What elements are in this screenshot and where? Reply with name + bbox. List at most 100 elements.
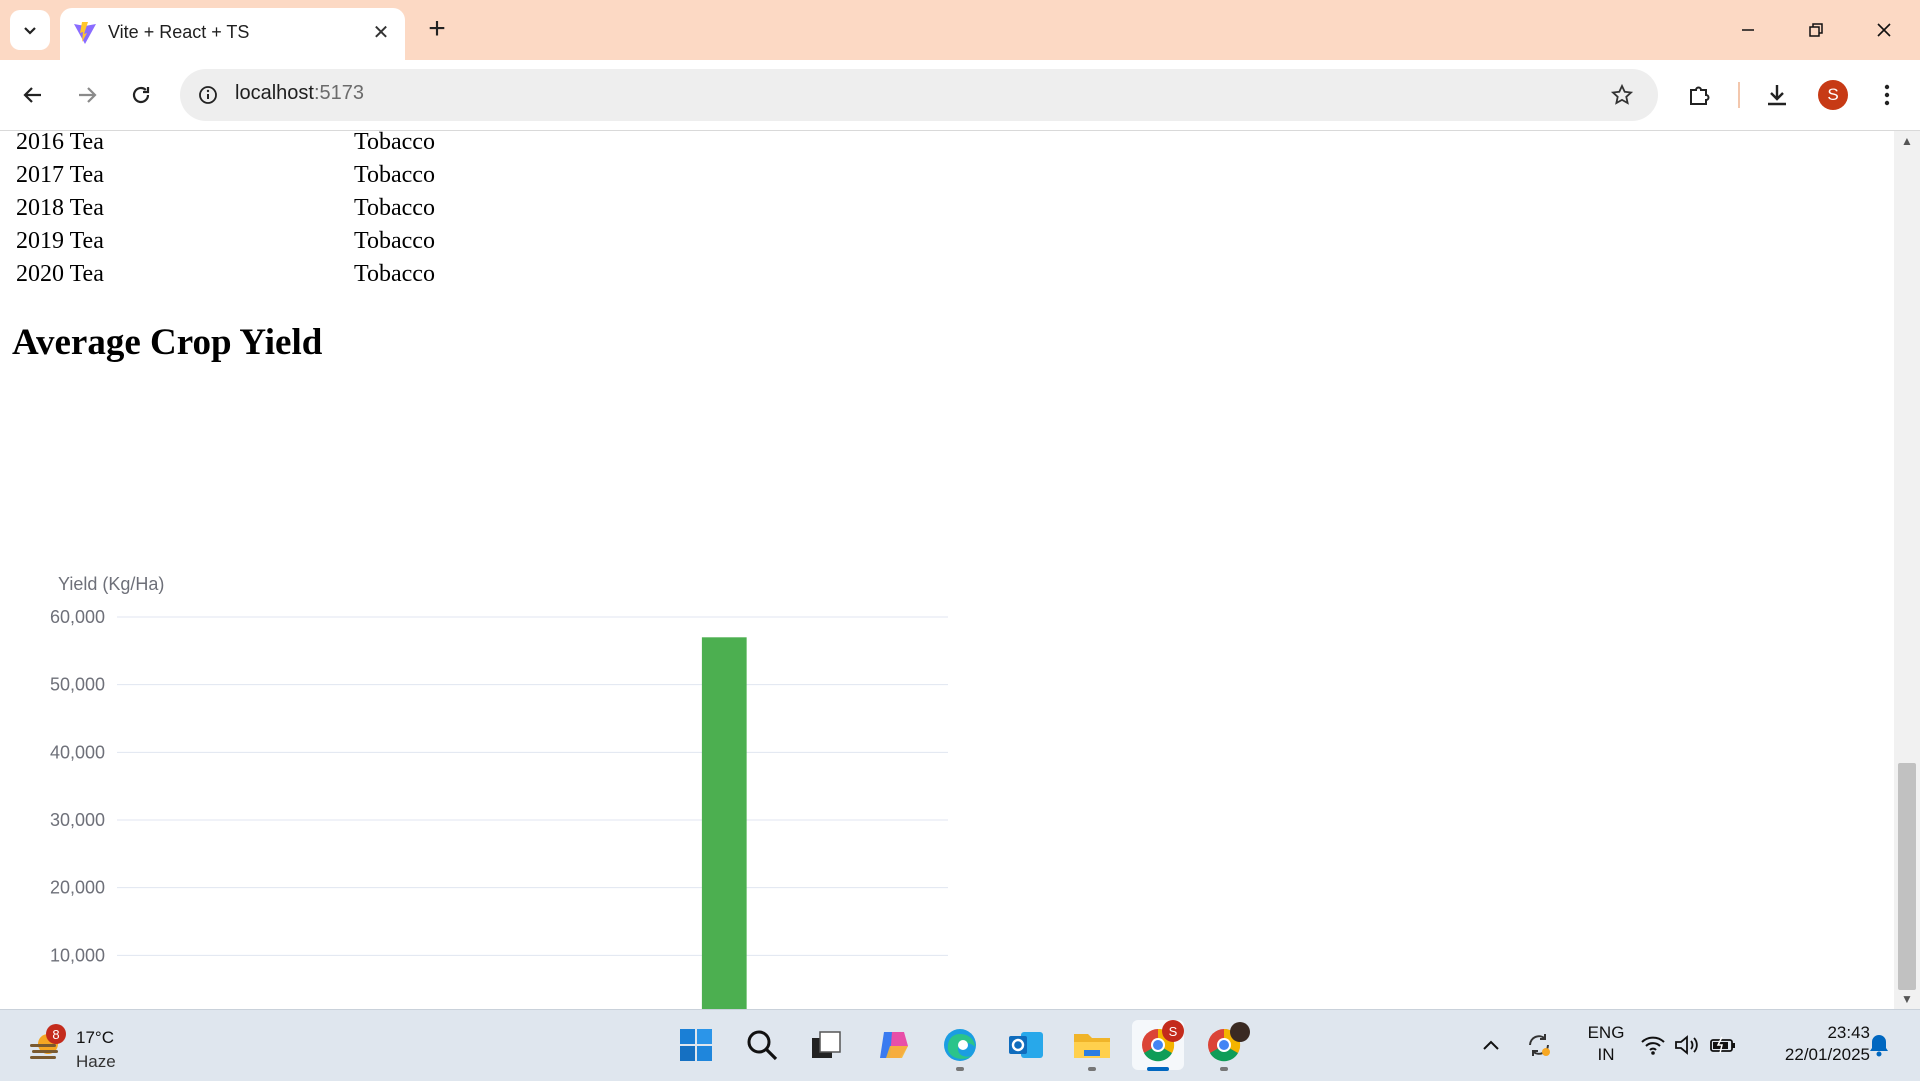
speaker-icon [1675,1035,1698,1055]
show-hidden-icons-button[interactable] [1476,1010,1506,1080]
more-vertical-icon [1884,84,1890,106]
menu-button[interactable] [1868,76,1906,114]
scroll-thumb[interactable] [1898,763,1916,990]
y-tick-label: 30,000 [50,810,105,830]
minimize-button[interactable] [1720,10,1776,50]
page-scrollbar[interactable]: ▲ ▼ [1894,131,1920,1009]
sync-tray-button[interactable] [1522,1010,1556,1080]
outlook-icon [1009,1032,1043,1058]
table-row: 2018 Tea Tobacco [16,195,435,222]
system-clock[interactable]: 23:43 22/01/2025 [1756,1022,1870,1066]
new-tab-button[interactable]: + [420,14,454,48]
windows-taskbar: 8 17°C Haze S ENG IN 23:43 22/01/2025 [0,1009,1920,1081]
row-second-crop: Tobacco [354,195,435,221]
active-tab[interactable]: Vite + React + TS ✕ [60,8,405,60]
restore-icon [1809,23,1823,37]
table-row: 2019 Tea Tobacco [16,228,435,255]
profile-photo-avatar [1230,1022,1250,1042]
table-row: 2020 Tea Tobacco [16,261,435,288]
row-second-crop: Tobacco [354,228,435,254]
reload-button[interactable] [122,76,160,114]
battery-charging-icon [1710,1036,1735,1054]
bar [701,637,747,1009]
weather-widget[interactable]: 8 17°C Haze [24,1018,144,1074]
close-icon [1877,23,1891,37]
tab-search-button[interactable] [10,10,50,50]
row-year-crop: 2016 Tea [16,131,104,155]
address-bar[interactable]: localhost:5173 [180,69,1658,121]
running-indicator [956,1067,964,1071]
arrow-left-icon [23,87,41,103]
scroll-down-icon[interactable]: ▼ [1894,989,1920,1009]
puzzle-icon [1690,86,1710,105]
task-view-icon [812,1031,841,1058]
download-icon [1768,85,1786,106]
vite-logo-icon [74,22,96,44]
tab-strip: Vite + React + TS ✕ + [0,0,1920,60]
search-icon [747,1030,778,1061]
chrome-button-second[interactable] [1198,1020,1250,1071]
volume-tray-button[interactable] [1670,1010,1704,1080]
downloads-button[interactable] [1758,76,1796,114]
restore-button[interactable] [1788,10,1844,50]
toolbar-divider [1738,82,1740,108]
table-row: 2016 Tea Tobacco [16,131,435,156]
site-info-icon[interactable] [194,81,222,109]
bookmark-star-icon[interactable] [1608,81,1636,109]
close-window-button[interactable] [1856,10,1912,50]
windows-logo-icon [680,1029,712,1061]
edge-icon [944,1029,976,1061]
sync-icon [1529,1034,1550,1056]
running-indicator [1088,1067,1096,1071]
copilot-button[interactable] [868,1020,920,1070]
outlook-button[interactable] [1000,1020,1052,1070]
browser-toolbar: localhost:5173 S [0,60,1920,131]
yield-bar-chart: Yield (Kg/Ha) 60,000 50,000 40,000 30,000 20,… [50,574,948,1009]
search-button[interactable] [736,1020,788,1070]
arrow-right-icon [79,87,97,103]
scroll-up-icon[interactable]: ▲ [1894,131,1920,151]
weather-temp: 17°C [76,1028,114,1047]
row-year-crop: 2020 Tea [16,261,104,287]
y-axis-label: Yield (Kg/Ha) [58,574,164,594]
chevron-up-icon [1483,1040,1499,1050]
chevron-down-icon [24,27,36,35]
url-text[interactable]: localhost:5173 [235,82,364,105]
back-button[interactable] [14,76,52,114]
folder-icon [1074,1034,1110,1058]
wifi-tray-button[interactable] [1636,1010,1670,1080]
y-tick-label: 50,000 [50,675,105,695]
weather-badge: 8 [46,1024,66,1044]
notifications-button[interactable] [1862,1010,1896,1080]
row-year-crop: 2017 Tea [16,162,104,188]
forward-button[interactable] [68,76,106,114]
row-year-crop: 2019 Tea [16,228,104,254]
row-second-crop: Tobacco [354,261,435,287]
edge-button[interactable] [934,1020,986,1071]
chrome-button-active[interactable]: S [1132,1020,1184,1071]
running-indicator [1220,1067,1228,1071]
running-indicator [1147,1067,1169,1071]
tab-close-icon[interactable]: ✕ [369,20,393,44]
task-view-button[interactable] [800,1020,852,1070]
y-tick-label: 60,000 [50,607,105,627]
wifi-icon [1641,1036,1665,1055]
table-row: 2017 Tea Tobacco [16,162,435,189]
section-title: Average Crop Yield [12,322,323,363]
input-language-indicator[interactable]: ENG IN [1578,1022,1634,1066]
weather-condition: Haze [76,1052,116,1071]
file-explorer-button[interactable] [1066,1020,1118,1071]
row-second-crop: Tobacco [354,131,435,155]
tab-title: Vite + React + TS [108,22,250,42]
copilot-icon [880,1032,908,1058]
extensions-button[interactable] [1680,76,1718,114]
start-button[interactable] [670,1020,722,1070]
chrome-profile-badge: S [1162,1020,1184,1042]
y-tick-label: 20,000 [50,878,105,898]
profile-avatar[interactable]: S [1818,80,1848,110]
y-tick-label: 40,000 [50,742,105,762]
y-tick-label: 10,000 [50,945,105,965]
reload-icon [132,86,150,104]
row-second-crop: Tobacco [354,162,435,188]
battery-tray-button[interactable] [1706,1010,1740,1080]
